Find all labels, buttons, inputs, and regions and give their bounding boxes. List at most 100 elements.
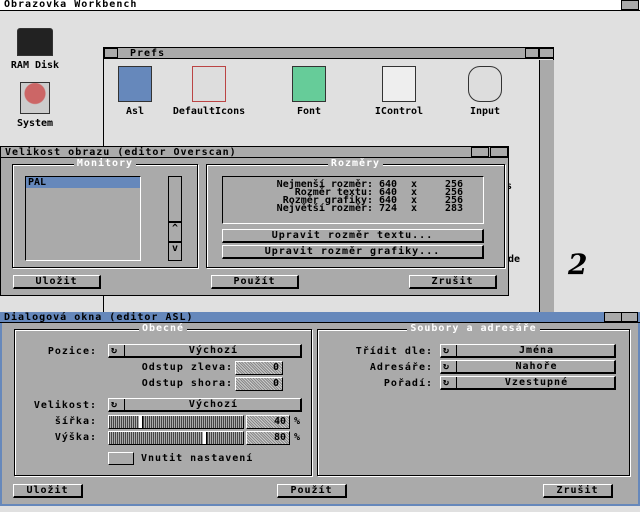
- sizes-display: Nejmenší rozměr: 640 x 256 Rozměr textu: 640 x…: [222, 176, 484, 224]
- use-button[interactable]: Použít: [277, 484, 347, 498]
- screen-title: Obrazovka Workbench: [4, 0, 138, 10]
- order-cycle[interactable]: ↻ Vzestupné: [440, 376, 616, 390]
- depth-gadget[interactable]: [539, 48, 554, 58]
- window-title: Velikost obrazu (editor Overscan): [5, 147, 237, 158]
- input-icon: [468, 66, 502, 102]
- partial-label: de: [508, 254, 521, 265]
- close-gadget[interactable]: [104, 48, 118, 58]
- cancel-button[interactable]: Zrušit: [543, 484, 613, 498]
- cycle-icon: ↻: [111, 345, 125, 356]
- use-button[interactable]: Použít: [211, 275, 299, 289]
- prefs-title-bar[interactable]: Prefs: [104, 48, 553, 59]
- depth-gadget[interactable]: [490, 147, 508, 157]
- icontrol-icon: [382, 66, 416, 102]
- order-label: Pořadí:: [383, 378, 433, 389]
- asl-icon: [118, 66, 152, 102]
- dirs-label: Adresáře:: [369, 362, 433, 373]
- asl-window: Dialogová okna (editor ASL) Obecné Pozic…: [0, 312, 640, 506]
- asl-title-bar[interactable]: Dialogová okna (editor ASL): [0, 312, 640, 323]
- zoom-gadget[interactable]: [525, 48, 539, 58]
- size-label: Největší rozměr:: [276, 203, 373, 214]
- sizes-group: Rozměry Nejmenší rozměr: 640 x 256 Rozměr te…: [206, 158, 505, 268]
- top-offset-input[interactable]: 0: [235, 377, 283, 391]
- group-label: Monitory: [73, 158, 137, 169]
- icon-label: IControl: [374, 106, 424, 117]
- window-title: Prefs: [130, 48, 166, 59]
- icon-label: RAM Disk: [10, 60, 60, 71]
- prefs-icon-input[interactable]: Input: [440, 66, 530, 117]
- sort-label: Třídit dle:: [355, 346, 433, 357]
- zoom-gadget[interactable]: [471, 147, 489, 157]
- icon-label: DefaultIcons: [172, 106, 246, 117]
- icon-label: Asl: [125, 106, 145, 117]
- screen-depth-gadget[interactable]: [621, 0, 639, 10]
- cycle-icon: ↻: [443, 345, 457, 356]
- sort-cycle[interactable]: ↻ Jména: [440, 344, 616, 358]
- size-cycle[interactable]: ↻ Výchozí: [108, 398, 302, 412]
- dirs-cycle[interactable]: ↻ Nahoře: [440, 360, 616, 374]
- group-label: Rozměry: [327, 158, 384, 169]
- group-label: Obecné: [138, 323, 188, 334]
- cycle-value: Vzestupné: [504, 377, 569, 388]
- height-input[interactable]: 80: [246, 431, 290, 445]
- force-settings-checkbox[interactable]: [108, 452, 134, 465]
- prefs-icon-defaulticons[interactable]: DefaultIcons: [164, 66, 254, 117]
- ram-disk-icon: [17, 28, 53, 56]
- zoom-gadget[interactable]: [604, 312, 622, 322]
- desktop-digit: 2: [568, 248, 588, 281]
- width-slider[interactable]: [108, 415, 244, 429]
- size-row: Největší rozměr: 724 x 283: [223, 203, 483, 214]
- desktop-icon-ram-disk[interactable]: RAM Disk: [0, 28, 80, 71]
- cycle-icon: ↻: [111, 399, 125, 410]
- monitor-list[interactable]: PAL: [25, 176, 141, 261]
- edit-text-size-button[interactable]: Upravit rozměr textu...: [222, 229, 484, 243]
- size-label: Velikost:: [33, 400, 97, 411]
- size-w: 724: [379, 203, 398, 214]
- height-slider[interactable]: [108, 431, 244, 445]
- size-x: x: [411, 203, 418, 214]
- font-icon: [292, 66, 326, 102]
- left-offset-input[interactable]: 0: [235, 361, 283, 375]
- slider-knob[interactable]: [202, 432, 207, 444]
- list-scrollbar[interactable]: [168, 176, 182, 222]
- desktop-icon-system[interactable]: System: [0, 82, 80, 129]
- depth-gadget[interactable]: [621, 312, 638, 322]
- percent-sign: %: [294, 432, 301, 443]
- defaulticons-icon: [192, 66, 226, 102]
- height-label: Výška:: [54, 432, 97, 443]
- window-title: Dialogová okna (editor ASL): [4, 312, 194, 323]
- save-button[interactable]: Uložit: [13, 484, 83, 498]
- general-group: Obecné Pozice: ↻ Výchozí Odstup zleva: 0 …: [14, 323, 312, 476]
- overscan-title-bar[interactable]: Velikost obrazu (editor Overscan): [1, 147, 508, 158]
- edit-graphics-size-button[interactable]: Upravit rozměr grafiky...: [222, 245, 484, 259]
- scroll-up-arrow-icon[interactable]: ^: [168, 222, 182, 242]
- cycle-value: Jména: [518, 345, 555, 356]
- prefs-icon-icontrol[interactable]: IControl: [354, 66, 444, 117]
- group-label: Soubory a adresáře: [407, 323, 540, 334]
- save-button[interactable]: Uložit: [13, 275, 101, 289]
- width-label: šířka:: [54, 416, 97, 427]
- left-offset-label: Odstup zleva:: [141, 362, 233, 373]
- cycle-icon: ↻: [443, 377, 457, 388]
- icon-label: System: [16, 118, 54, 129]
- files-group: Soubory a adresáře Třídit dle: ↻ Jména Ad…: [317, 323, 630, 476]
- icon-label: Input: [469, 106, 501, 117]
- position-cycle[interactable]: ↻ Výchozí: [108, 344, 302, 358]
- percent-sign: %: [294, 416, 301, 427]
- overscan-window: Velikost obrazu (editor Overscan) Monito…: [0, 146, 509, 296]
- cycle-icon: ↻: [443, 361, 457, 372]
- vertical-scrollbar[interactable]: [539, 60, 554, 316]
- position-label: Pozice:: [47, 346, 97, 357]
- scroll-down-arrow-icon[interactable]: v: [168, 242, 182, 261]
- cycle-value: Výchozí: [188, 399, 239, 410]
- prefs-icon-font[interactable]: Font: [264, 66, 354, 117]
- monitors-group: Monitory PAL ^ v: [12, 158, 198, 268]
- slider-knob[interactable]: [138, 416, 143, 428]
- top-offset-label: Odstup shora:: [141, 378, 233, 389]
- cancel-button[interactable]: Zrušit: [409, 275, 497, 289]
- icon-label: Font: [296, 106, 322, 117]
- cycle-value: Nahoře: [515, 361, 558, 372]
- monitor-list-item[interactable]: PAL: [26, 177, 140, 188]
- screen-title-bar: Obrazovka Workbench: [0, 0, 640, 11]
- width-input[interactable]: 40: [246, 415, 290, 429]
